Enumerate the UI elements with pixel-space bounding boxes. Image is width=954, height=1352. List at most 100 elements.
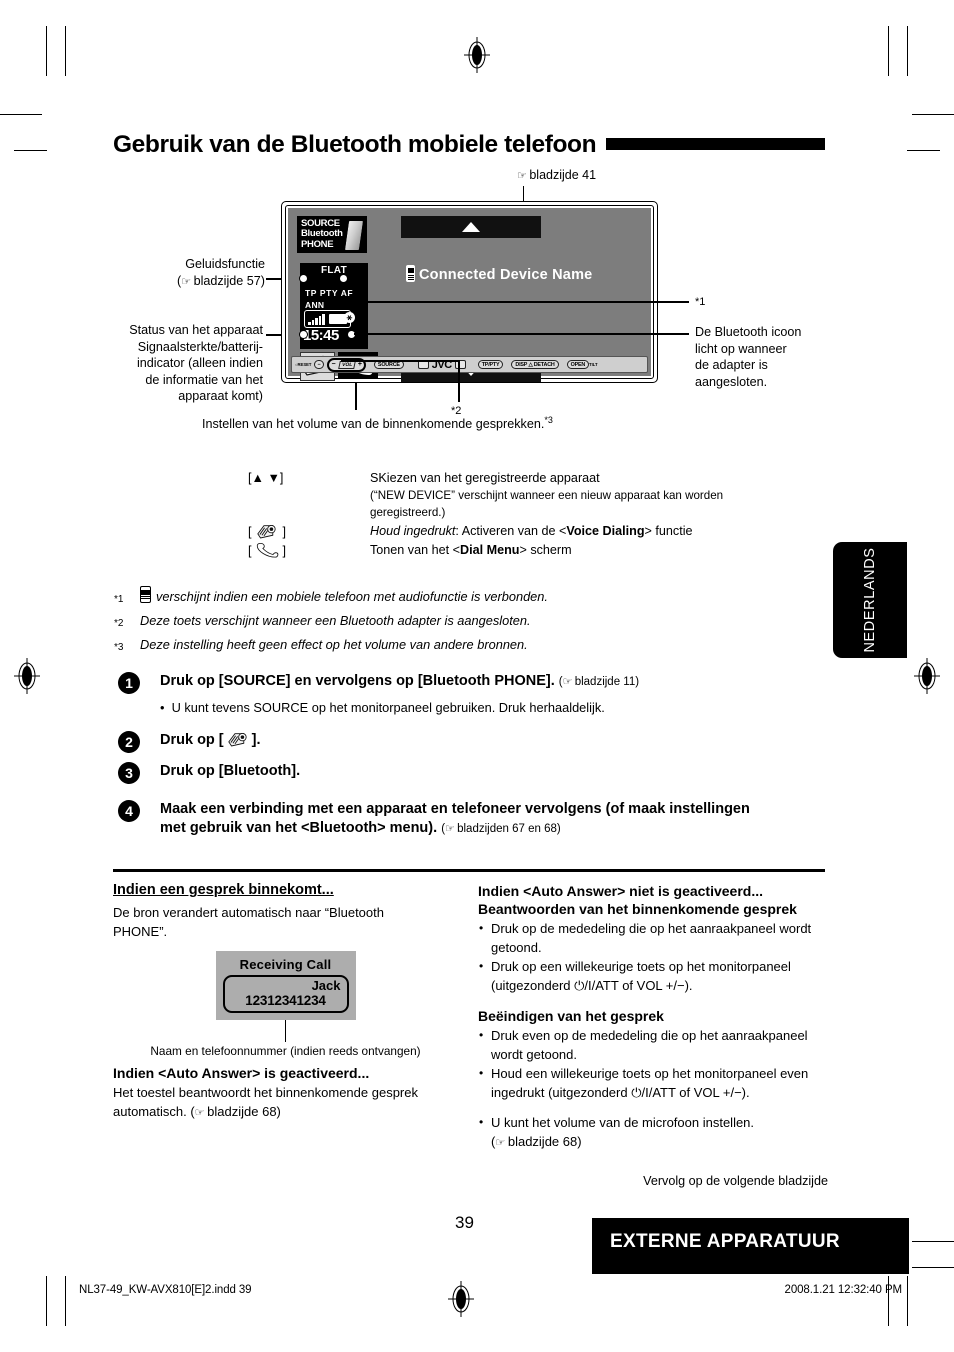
key-voice-dialing-desc: Houd ingedrukt: Activeren van de <Voice … <box>370 524 693 538</box>
panel-open-button[interactable]: OPEN <box>566 360 590 369</box>
caller-name: Jack <box>311 978 341 993</box>
key-updown-desc-line1: SKiezen van het geregistreerde apparaat <box>370 471 600 485</box>
leader-dot <box>339 274 348 283</box>
step-2-text: Druk op []. <box>160 731 261 748</box>
source-phone-label: PHONE <box>301 238 334 250</box>
source-badge[interactable]: SOURCE Bluetooth PHONE <box>297 216 367 253</box>
step-1-number: 1 <box>118 672 140 694</box>
caller-number: 12312341234 <box>245 993 326 1008</box>
footnote-1-mark: *1 <box>114 594 124 605</box>
footnote-2-mark: *2 <box>114 618 124 629</box>
volume-up-icon: + <box>357 361 362 368</box>
minus-button[interactable]: − <box>313 360 325 369</box>
footnotes: *1 verschijnt indien een mobiele telefoo… <box>114 586 734 658</box>
volume-caption-text: Instellen van het volume van de binnenko… <box>202 417 545 432</box>
crop-mark <box>912 1241 954 1242</box>
page-number: 39 <box>455 1213 474 1232</box>
leader-line <box>458 360 460 402</box>
leader-dot <box>299 330 308 339</box>
step-3: 3 Druk op [Bluetooth]. <box>118 762 828 784</box>
pointing-hand-icon: ☞ <box>562 676 573 688</box>
callout-page-41-label: bladzijde 41 <box>529 168 597 182</box>
label-device-status-line1: Status van het apparaat <box>129 323 263 337</box>
end-call-bullets: Druk even op de mededeling die op het aa… <box>478 1026 828 1102</box>
monitor-panel-buttons: ○RESET − − VOL + SOURCE JVC TP/PTY DISP … <box>291 356 648 373</box>
unit-figure: ☞ bladzijde 41 Geluidsfunctie (☞ bladzij… <box>113 168 825 458</box>
bt-note-line3: de adapter is <box>695 358 768 372</box>
crop-mark <box>46 1276 47 1326</box>
incoming-call-para: De bron verandert automatisch naar “Blue… <box>113 905 384 939</box>
leader-line <box>284 1020 287 1042</box>
bluetooth-adapter-note: De Bluetooth icoon licht op wanneer de a… <box>695 324 825 390</box>
crop-mark <box>14 150 47 151</box>
pointing-hand-icon: ☞ <box>495 1136 505 1149</box>
crop-mark <box>912 1267 954 1268</box>
crop-mark <box>65 26 66 76</box>
auto-answer-off-heading-2: Beantwoorden van het binnenkomende gespr… <box>478 901 797 917</box>
key-legend-row: [▲ ▼] SKiezen van het geregistreerde app… <box>248 470 833 521</box>
voice-dialing-icon <box>226 731 250 748</box>
auto-answer-on-para: Het toestel beantwoordt het binnenkomend… <box>113 1085 418 1119</box>
head-unit-bezel: SOURCE Bluetooth PHONE Connected Device … <box>285 205 654 382</box>
receiving-call-caption: Naam en telefoonnummer (indien reeds ont… <box>150 1044 421 1058</box>
lcd-clock: 15:45 <box>303 327 339 344</box>
crop-mark <box>65 1276 66 1326</box>
crop-mark <box>907 1276 908 1326</box>
key-updown-desc: SKiezen van het geregistreerde apparaat … <box>370 470 833 521</box>
footnote-1-text: verschijnt indien een mobiele telefoon m… <box>140 586 548 610</box>
source-slot-icon <box>343 220 365 251</box>
auto-answer-off-heading-1: Indien <Auto Answer> niet is geactiveerd… <box>478 883 764 899</box>
step-1-text: Druk op [SOURCE] en vervolgens op [Bluet… <box>160 673 640 689</box>
lcd-ann-indicator: ANN <box>305 300 325 310</box>
head-unit-screen: SOURCE Bluetooth PHONE Connected Device … <box>288 208 651 382</box>
page-title: Gebruik van de Bluetooth mobiele telefoo… <box>113 131 597 158</box>
key-legend: [▲ ▼] SKiezen van het geregistreerde app… <box>248 470 833 560</box>
bt-note-line4: aangesloten. <box>695 374 768 389</box>
label-device-status-line3: indicator (alleen indien <box>136 356 263 370</box>
hold-label: Houd ingedrukt <box>370 524 456 538</box>
voice-dialing-icon <box>255 523 279 540</box>
footnote-3-text: Deze instelling heeft geen effect op het… <box>140 637 528 652</box>
pointing-hand-icon: ☞ <box>517 170 527 182</box>
step-4-line1: Maak een verbinding met een apparaat en … <box>160 801 750 817</box>
tilt-label: TILT <box>589 362 598 367</box>
receiving-call-title: Receiving Call <box>239 957 332 972</box>
key-updown-desc-line2: (“NEW DEVICE” verschijnt wanneer een nie… <box>370 489 724 502</box>
volume-caption-star: *3 <box>544 415 553 425</box>
label-device-status-line5: apparaat komt) <box>178 389 263 403</box>
auto-answer-on-heading: Indien <Auto Answer> is geactiveerd... <box>113 1065 370 1081</box>
panel-disp-detach-button[interactable]: DISP △ DETACH <box>511 360 559 369</box>
list-item: Druk even op de mededeling die op het aa… <box>478 1026 828 1064</box>
registration-mark-right <box>914 658 940 694</box>
label-device-status: Status van het apparaat Signaalsterkte/b… <box>111 322 263 405</box>
list-item: Houd een willekeurige toets op het monit… <box>478 1064 828 1102</box>
mic-volume-bullet: U kunt het volume van de microfoon inste… <box>478 1113 828 1152</box>
label-sound-mode-line2: (☞ bladzijde 57) <box>177 273 265 288</box>
key-legend-row: [ ] Houd ingedrukt: Activeren van de <Vo… <box>248 523 833 541</box>
step-4-number: 4 <box>118 800 140 822</box>
connected-device-name-row: Connected Device Name <box>406 265 592 283</box>
lcd-display: FLAT TP PTY AF ANN 15:45 <box>300 263 368 349</box>
step-4-ref: (☞ bladzijden 67 en 68) <box>441 823 561 835</box>
language-tab-label: NEDERLANDS <box>862 547 878 653</box>
key-legend-row: [ ] Tonen van het <Dial Menu> scherm <box>248 542 833 560</box>
footnote-2-text: Deze toets verschijnt wanneer een Blueto… <box>140 613 531 628</box>
section-banner: EXTERNE APPARATUUR <box>592 1218 909 1274</box>
mobile-phone-audio-icon <box>406 265 415 282</box>
leader-line <box>359 264 361 302</box>
pointing-hand-icon: ☞ <box>181 275 191 288</box>
pointing-hand-icon: ☞ <box>445 823 455 835</box>
label-device-status-line2: Signaalsterkte/batterij- <box>137 339 263 354</box>
step-4: 4 Maak een verbinding met een apparaat e… <box>118 800 828 839</box>
answer-call-bullets: Druk op de mededeling die op het aanraak… <box>478 919 828 995</box>
step-1: 1 Druk op [SOURCE] en vervolgens op [Blu… <box>118 672 828 717</box>
volume-label: VOL <box>337 360 356 369</box>
leader-line <box>341 360 459 362</box>
bt-note-line2: licht op wanneer <box>695 341 787 356</box>
footnote-2: *2 Deze toets verschijnt wanneer een Blu… <box>114 610 734 634</box>
footer-filename: NL37-49_KW-AVX810[E]2.indd 39 <box>79 1284 252 1296</box>
star1-marker: *1 <box>695 296 706 308</box>
scroll-up-button[interactable] <box>401 216 541 238</box>
panel-tppty-button[interactable]: TP/PTY <box>477 360 504 369</box>
bluetooth-icon: ⚹ <box>344 312 355 323</box>
